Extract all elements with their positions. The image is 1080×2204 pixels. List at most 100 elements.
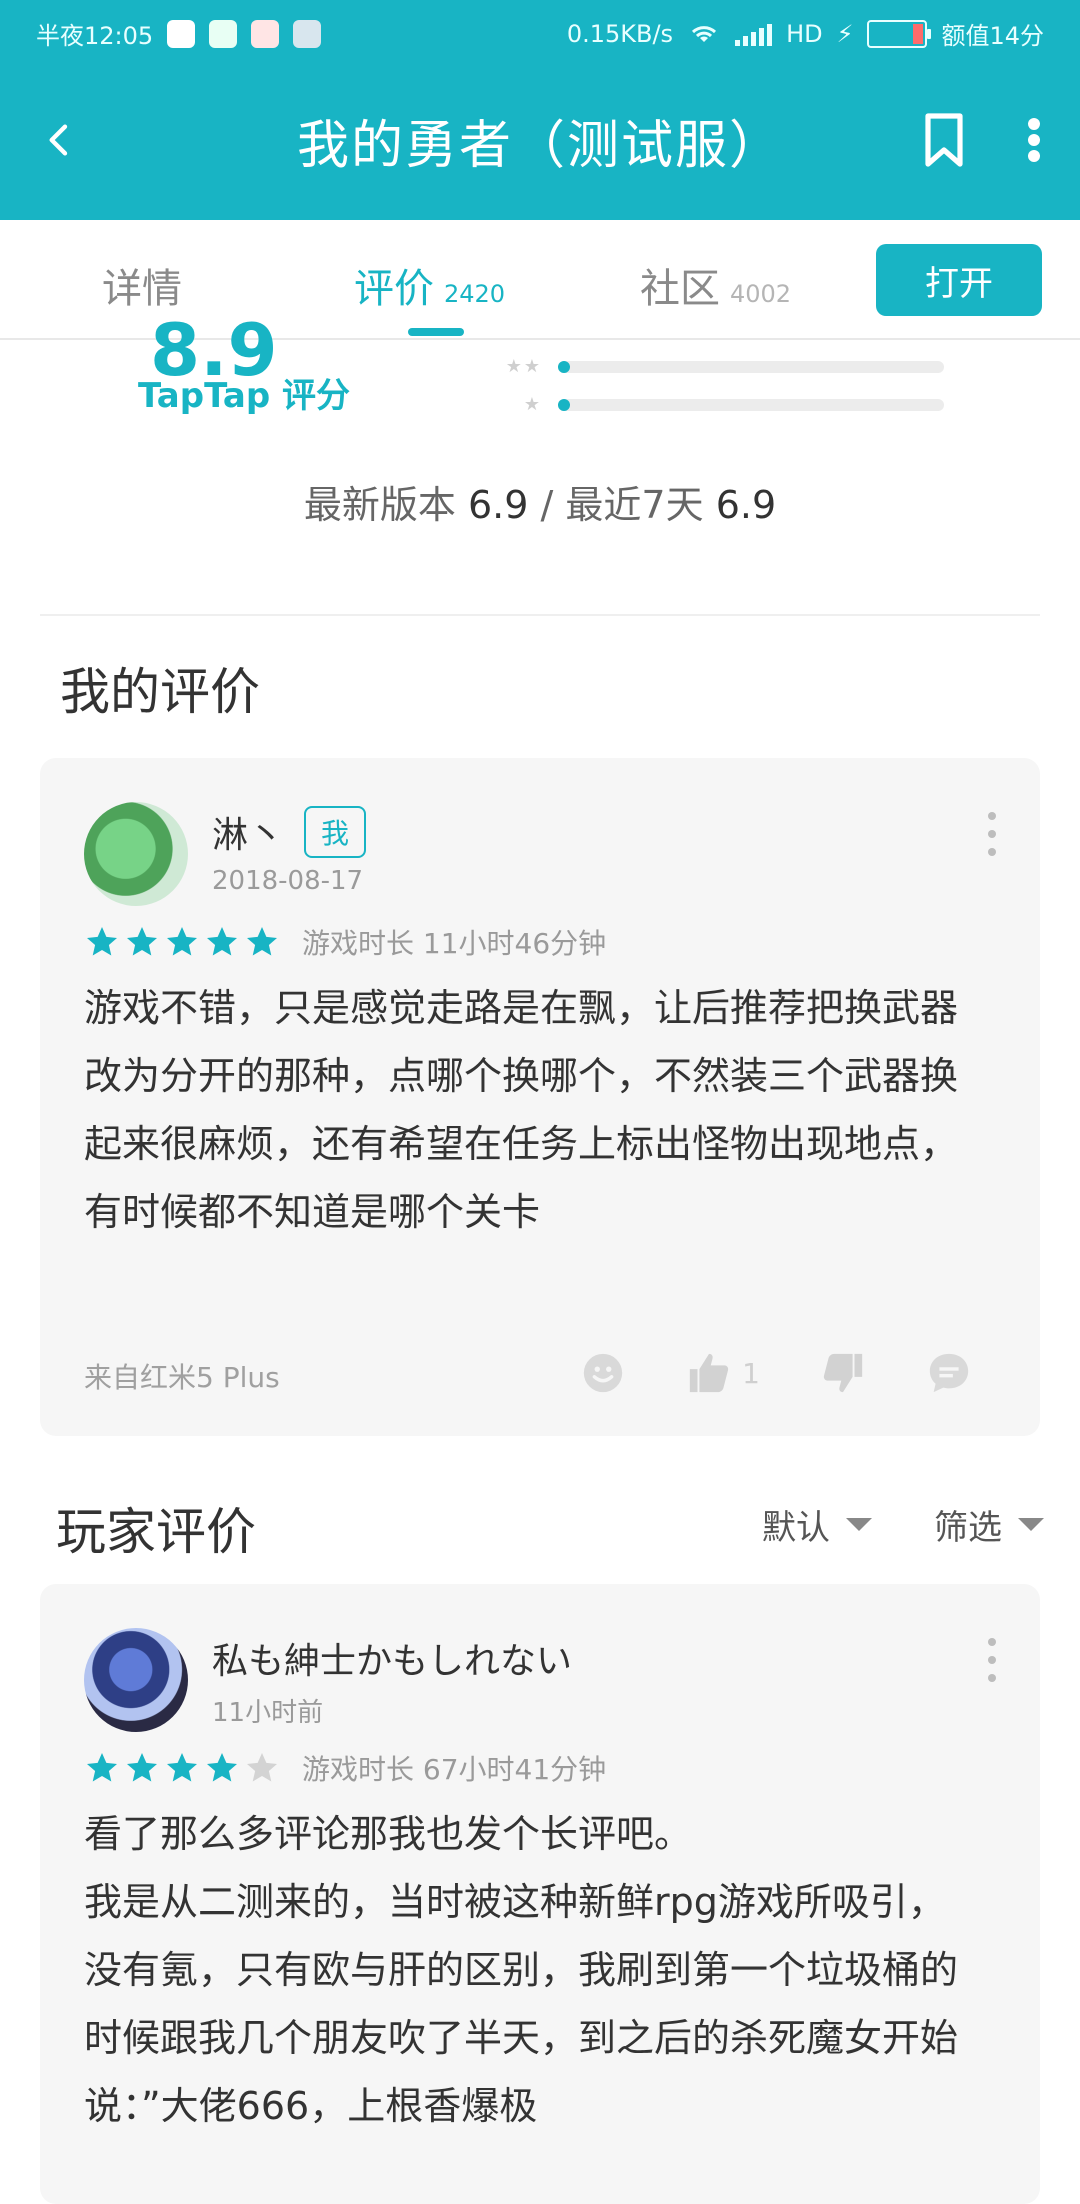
rating-bar	[558, 398, 944, 411]
dropdown-arrow-icon	[1018, 1518, 1044, 1531]
like-count: 1	[742, 1356, 760, 1390]
score-source: TapTap 评分	[138, 376, 351, 416]
thumbs-up-icon	[690, 1353, 729, 1393]
review-text: 看了那么多评论那我也发个长评吧。 我是从二测来的，当时被这种新鲜rpg游戏所吸引…	[84, 1812, 959, 2128]
emoji-icon	[584, 1353, 623, 1393]
sort-label: 默认	[762, 1508, 830, 1548]
network-speed: 0.15KB/s	[566, 19, 674, 48]
star-icon	[127, 1753, 157, 1782]
signal-icon	[735, 22, 773, 46]
bookmark-button[interactable]	[908, 104, 980, 176]
reviewer-name[interactable]: 淋丶	[212, 806, 284, 858]
tab-reviews[interactable]: 评价 2420	[354, 256, 505, 312]
like-button[interactable]: 1	[686, 1350, 760, 1396]
version-scores: 最新版本 6.9 / 最近7天 6.9	[0, 474, 1080, 529]
recent7-value: 6.9	[715, 483, 777, 527]
music-icon	[251, 19, 280, 48]
wifi-icon	[687, 22, 721, 46]
recent7-label: 最近7天	[565, 483, 704, 527]
star-icon	[247, 1753, 277, 1782]
rating-row-2: ★★	[498, 356, 944, 377]
review-rating-line: 游戏时长 11小时46分钟	[84, 922, 606, 962]
bookmark-icon	[925, 113, 963, 167]
top-bar: 半夜12:05 0.15KB/s HD ⚡ 额值14分 我的勇者（测试服）	[0, 0, 1080, 220]
rating-bar-fill	[558, 360, 570, 373]
back-button[interactable]	[24, 104, 96, 176]
sort-dropdown[interactable]: 默认	[762, 1500, 872, 1549]
open-button[interactable]: 打开	[876, 244, 1042, 316]
star-icon	[87, 927, 117, 956]
me-badge: 我	[304, 806, 367, 858]
review-time: 11小时前	[212, 1698, 324, 1728]
review-date: 2018-08-17	[212, 866, 364, 896]
rating-row-stars: ★★	[505, 356, 542, 377]
star-rating	[84, 924, 280, 960]
dropdown-arrow-icon	[846, 1518, 872, 1531]
tab-indicator	[408, 328, 464, 336]
filter-label: 筛选	[934, 1508, 1002, 1548]
latest-version-label: 最新版本	[303, 483, 456, 527]
status-left: 半夜12:05	[36, 16, 322, 51]
comment-icon	[929, 1353, 969, 1393]
rating-bar-fill	[558, 398, 570, 411]
filter-dropdown[interactable]: 筛选	[934, 1500, 1044, 1549]
score-separator: /	[540, 483, 554, 527]
hd-indicator: HD	[786, 19, 823, 48]
charging-icon: ⚡	[836, 19, 854, 48]
tab-details[interactable]: 详情	[102, 256, 182, 312]
device-label: 来自红米5 Plus	[84, 1361, 280, 1394]
page-title: 我的勇者（测试服）	[296, 115, 783, 176]
rating-row-1: ★	[498, 394, 944, 415]
avatar[interactable]	[84, 1628, 188, 1732]
latest-version-value: 6.9	[467, 483, 529, 527]
tab-details-label: 详情	[102, 266, 182, 312]
battery-icon	[867, 19, 932, 48]
comment-button[interactable]	[926, 1350, 972, 1396]
star-icon	[167, 1753, 197, 1782]
tab-community[interactable]: 社区 4002	[640, 256, 791, 312]
shield-icon	[209, 19, 238, 48]
status-tip: 额值14分	[941, 22, 1044, 50]
review-actions: 1	[580, 1350, 972, 1396]
reviewer-name-row: 私も紳士かもしれない	[212, 1632, 572, 1684]
player-reviews-title: 玩家评价	[56, 1503, 256, 1561]
avatar[interactable]	[84, 802, 188, 906]
playtime: 游戏时长 67小时41分钟	[302, 1753, 607, 1786]
my-review-title: 我的评价	[60, 663, 260, 721]
review-text: 游戏不错，只是感觉走路是在飘，让后推荐把换武器改为分开的那种，点哪个换哪个，不然…	[84, 986, 959, 1234]
playtime: 游戏时长 11小时46分钟	[302, 927, 607, 960]
star-icon	[127, 927, 157, 956]
thumbs-down-icon	[823, 1353, 863, 1393]
status-right: 0.15KB/s HD ⚡ 额值14分	[567, 16, 1044, 51]
tab-community-label: 社区	[640, 266, 720, 312]
rating-bar	[558, 360, 944, 373]
message-icon	[293, 19, 322, 48]
emoji-button[interactable]	[580, 1350, 626, 1396]
reviewer-name-row: 淋丶 我	[212, 806, 367, 858]
review-more-button[interactable]	[986, 812, 998, 856]
score-summary: 8.9 TapTap 评分 ★★ ★ 最新版本 6.9 / 最近7天 6.9	[0, 308, 1080, 618]
star-icon	[207, 1753, 237, 1782]
status-bar: 半夜12:05 0.15KB/s HD ⚡ 额值14分	[0, 0, 1080, 64]
tab-reviews-label: 评价	[354, 266, 434, 312]
dislike-button[interactable]	[820, 1350, 866, 1396]
rating-row-stars: ★	[523, 394, 542, 415]
star-rating	[84, 1750, 280, 1786]
notification-icon	[167, 19, 196, 48]
review-footer: 来自红米5 Plus 1	[84, 1350, 996, 1400]
tab-reviews-count: 2420	[444, 280, 506, 308]
divider	[40, 614, 1040, 616]
review-more-button[interactable]	[986, 1638, 998, 1682]
tab-community-count: 4002	[730, 280, 792, 308]
chevron-left-icon	[49, 124, 68, 156]
sort-filter-controls: 默认 筛选	[762, 1500, 1044, 1549]
star-icon	[87, 1753, 117, 1782]
status-time: 半夜12:05	[36, 22, 154, 50]
player-review-card: 私も紳士かもしれない 11小时前 游戏时长 67小时41分钟 看了那么多评论那我…	[40, 1584, 1040, 2204]
app-bar: 我的勇者（测试服）	[0, 64, 1080, 220]
more-vertical-icon	[1028, 118, 1040, 162]
review-rating-line: 游戏时长 67小时41分钟	[84, 1748, 606, 1788]
reviewer-name[interactable]: 私も紳士かもしれない	[212, 1632, 572, 1684]
more-button[interactable]	[998, 104, 1070, 176]
star-icon	[207, 927, 237, 956]
